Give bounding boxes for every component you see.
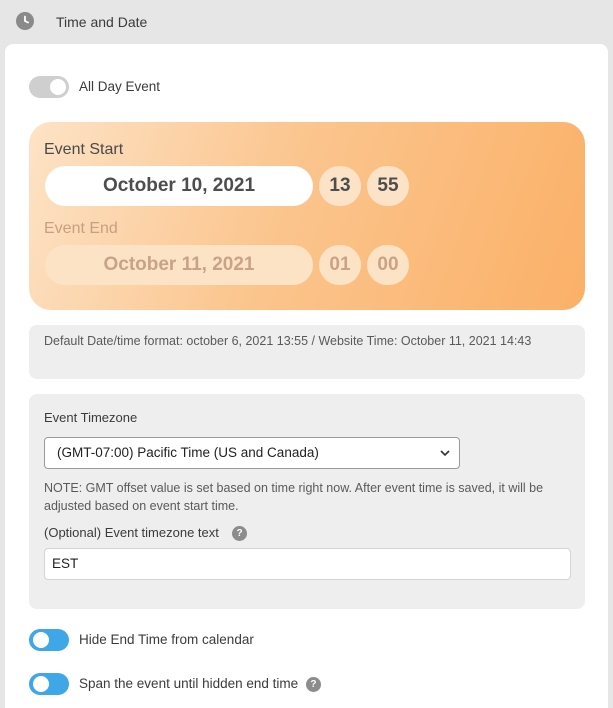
all-day-toggle[interactable] <box>29 76 69 98</box>
hide-end-time-label: Hide End Time from calendar <box>79 632 254 647</box>
timezone-text-label-text: (Optional) Event timezone text <box>44 525 219 540</box>
event-end-label: Event End <box>44 220 118 237</box>
toggle-knob <box>33 632 49 648</box>
datetime-info-box: Default Date/time format: october 6, 202… <box>29 325 585 379</box>
event-end-hour[interactable]: 01 <box>319 245 361 285</box>
timezone-note: NOTE: GMT offset value is set based on t… <box>44 481 544 513</box>
time-date-panel: All Day Event Event Start October 10, 20… <box>5 44 608 708</box>
help-icon[interactable]: ? <box>232 526 247 541</box>
event-start-minute[interactable]: 55 <box>367 166 409 206</box>
timezone-label: Event Timezone <box>44 410 138 425</box>
event-time-card: Event Start October 10, 2021 13 55 Event… <box>29 122 585 310</box>
datetime-info-text: Default Date/time format: october 6, 202… <box>44 334 532 348</box>
section-header[interactable]: Time and Date <box>0 0 613 44</box>
all-day-label: All Day Event <box>79 79 161 94</box>
event-end-minute[interactable]: 00 <box>367 245 409 285</box>
event-start-date[interactable]: October 10, 2021 <box>45 166 313 206</box>
hide-end-time-toggle[interactable] <box>29 629 69 651</box>
timezone-text-label: (Optional) Event timezone text ? <box>44 525 247 541</box>
clock-icon <box>16 12 34 30</box>
timezone-text-value: EST <box>52 556 79 571</box>
event-end-date[interactable]: October 11, 2021 <box>45 245 313 285</box>
chevron-down-icon <box>440 450 450 457</box>
event-start-label: Event Start <box>44 141 124 158</box>
span-event-label: Span the event until hidden end time ? <box>79 676 321 692</box>
timezone-text-input[interactable]: EST <box>44 548 571 580</box>
timezone-select[interactable]: (GMT-07:00) Pacific Time (US and Canada) <box>44 437 460 469</box>
toggle-knob <box>33 676 49 692</box>
span-event-toggle[interactable] <box>29 673 69 695</box>
span-event-label-text: Span the event until hidden end time <box>79 676 299 691</box>
timezone-select-value: (GMT-07:00) Pacific Time (US and Canada) <box>57 445 319 460</box>
toggle-knob <box>50 79 66 95</box>
help-icon[interactable]: ? <box>305 676 321 692</box>
event-start-hour[interactable]: 13 <box>319 166 361 206</box>
timezone-box: Event Timezone (GMT-07:00) Pacific Time … <box>29 394 585 609</box>
section-title: Time and Date <box>56 14 148 30</box>
